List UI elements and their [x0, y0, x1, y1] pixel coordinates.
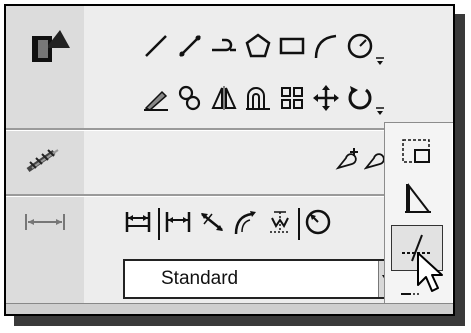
offset-icon[interactable] [242, 82, 274, 114]
dim-radius-icon[interactable] [302, 206, 334, 238]
polyline-icon[interactable] [208, 30, 240, 62]
dim-aligned-icon[interactable] [162, 206, 194, 238]
dim-ordinate-icon[interactable] [264, 206, 296, 238]
leader-edit-icon[interactable] [364, 142, 384, 174]
multileader-icon[interactable] [332, 142, 364, 174]
trim-icon[interactable] [391, 177, 441, 221]
dimension-style-value: Standard [161, 268, 239, 289]
dashboard-panel: Standard [4, 4, 455, 316]
construction-line-icon[interactable] [174, 30, 206, 62]
circle-icon[interactable] [344, 30, 376, 62]
draw-panel-expand-icon[interactable] [375, 56, 385, 66]
line-icon[interactable] [140, 30, 172, 62]
mirror-icon[interactable] [208, 82, 240, 114]
rectangle-select-icon[interactable] [391, 129, 441, 173]
dim-linear-icon[interactable] [122, 206, 154, 238]
mouse-cursor-icon [417, 252, 443, 292]
modify-panel-expand-icon[interactable] [375, 106, 385, 116]
dim-arc-icon[interactable] [230, 206, 262, 238]
toolbar-separator-2 [298, 208, 300, 240]
rectangle-icon[interactable] [276, 30, 308, 62]
toolbar-separator [158, 208, 160, 240]
draw-panel-icon[interactable] [28, 26, 72, 66]
rotate-icon[interactable] [344, 82, 376, 114]
panel-bottom-edge [6, 303, 453, 314]
dim-angular-icon[interactable] [196, 206, 228, 238]
polygon-icon[interactable] [242, 30, 274, 62]
dimension-panel-icon[interactable] [24, 144, 64, 174]
move-icon[interactable] [310, 82, 342, 114]
arc-icon[interactable] [310, 30, 342, 62]
dimension-style-dropdown[interactable]: Standard [123, 259, 397, 299]
array-icon[interactable] [276, 82, 308, 114]
dimension-style-control-icon[interactable] [20, 210, 70, 234]
copy-icon[interactable] [174, 82, 206, 114]
erase-icon[interactable] [140, 82, 172, 114]
